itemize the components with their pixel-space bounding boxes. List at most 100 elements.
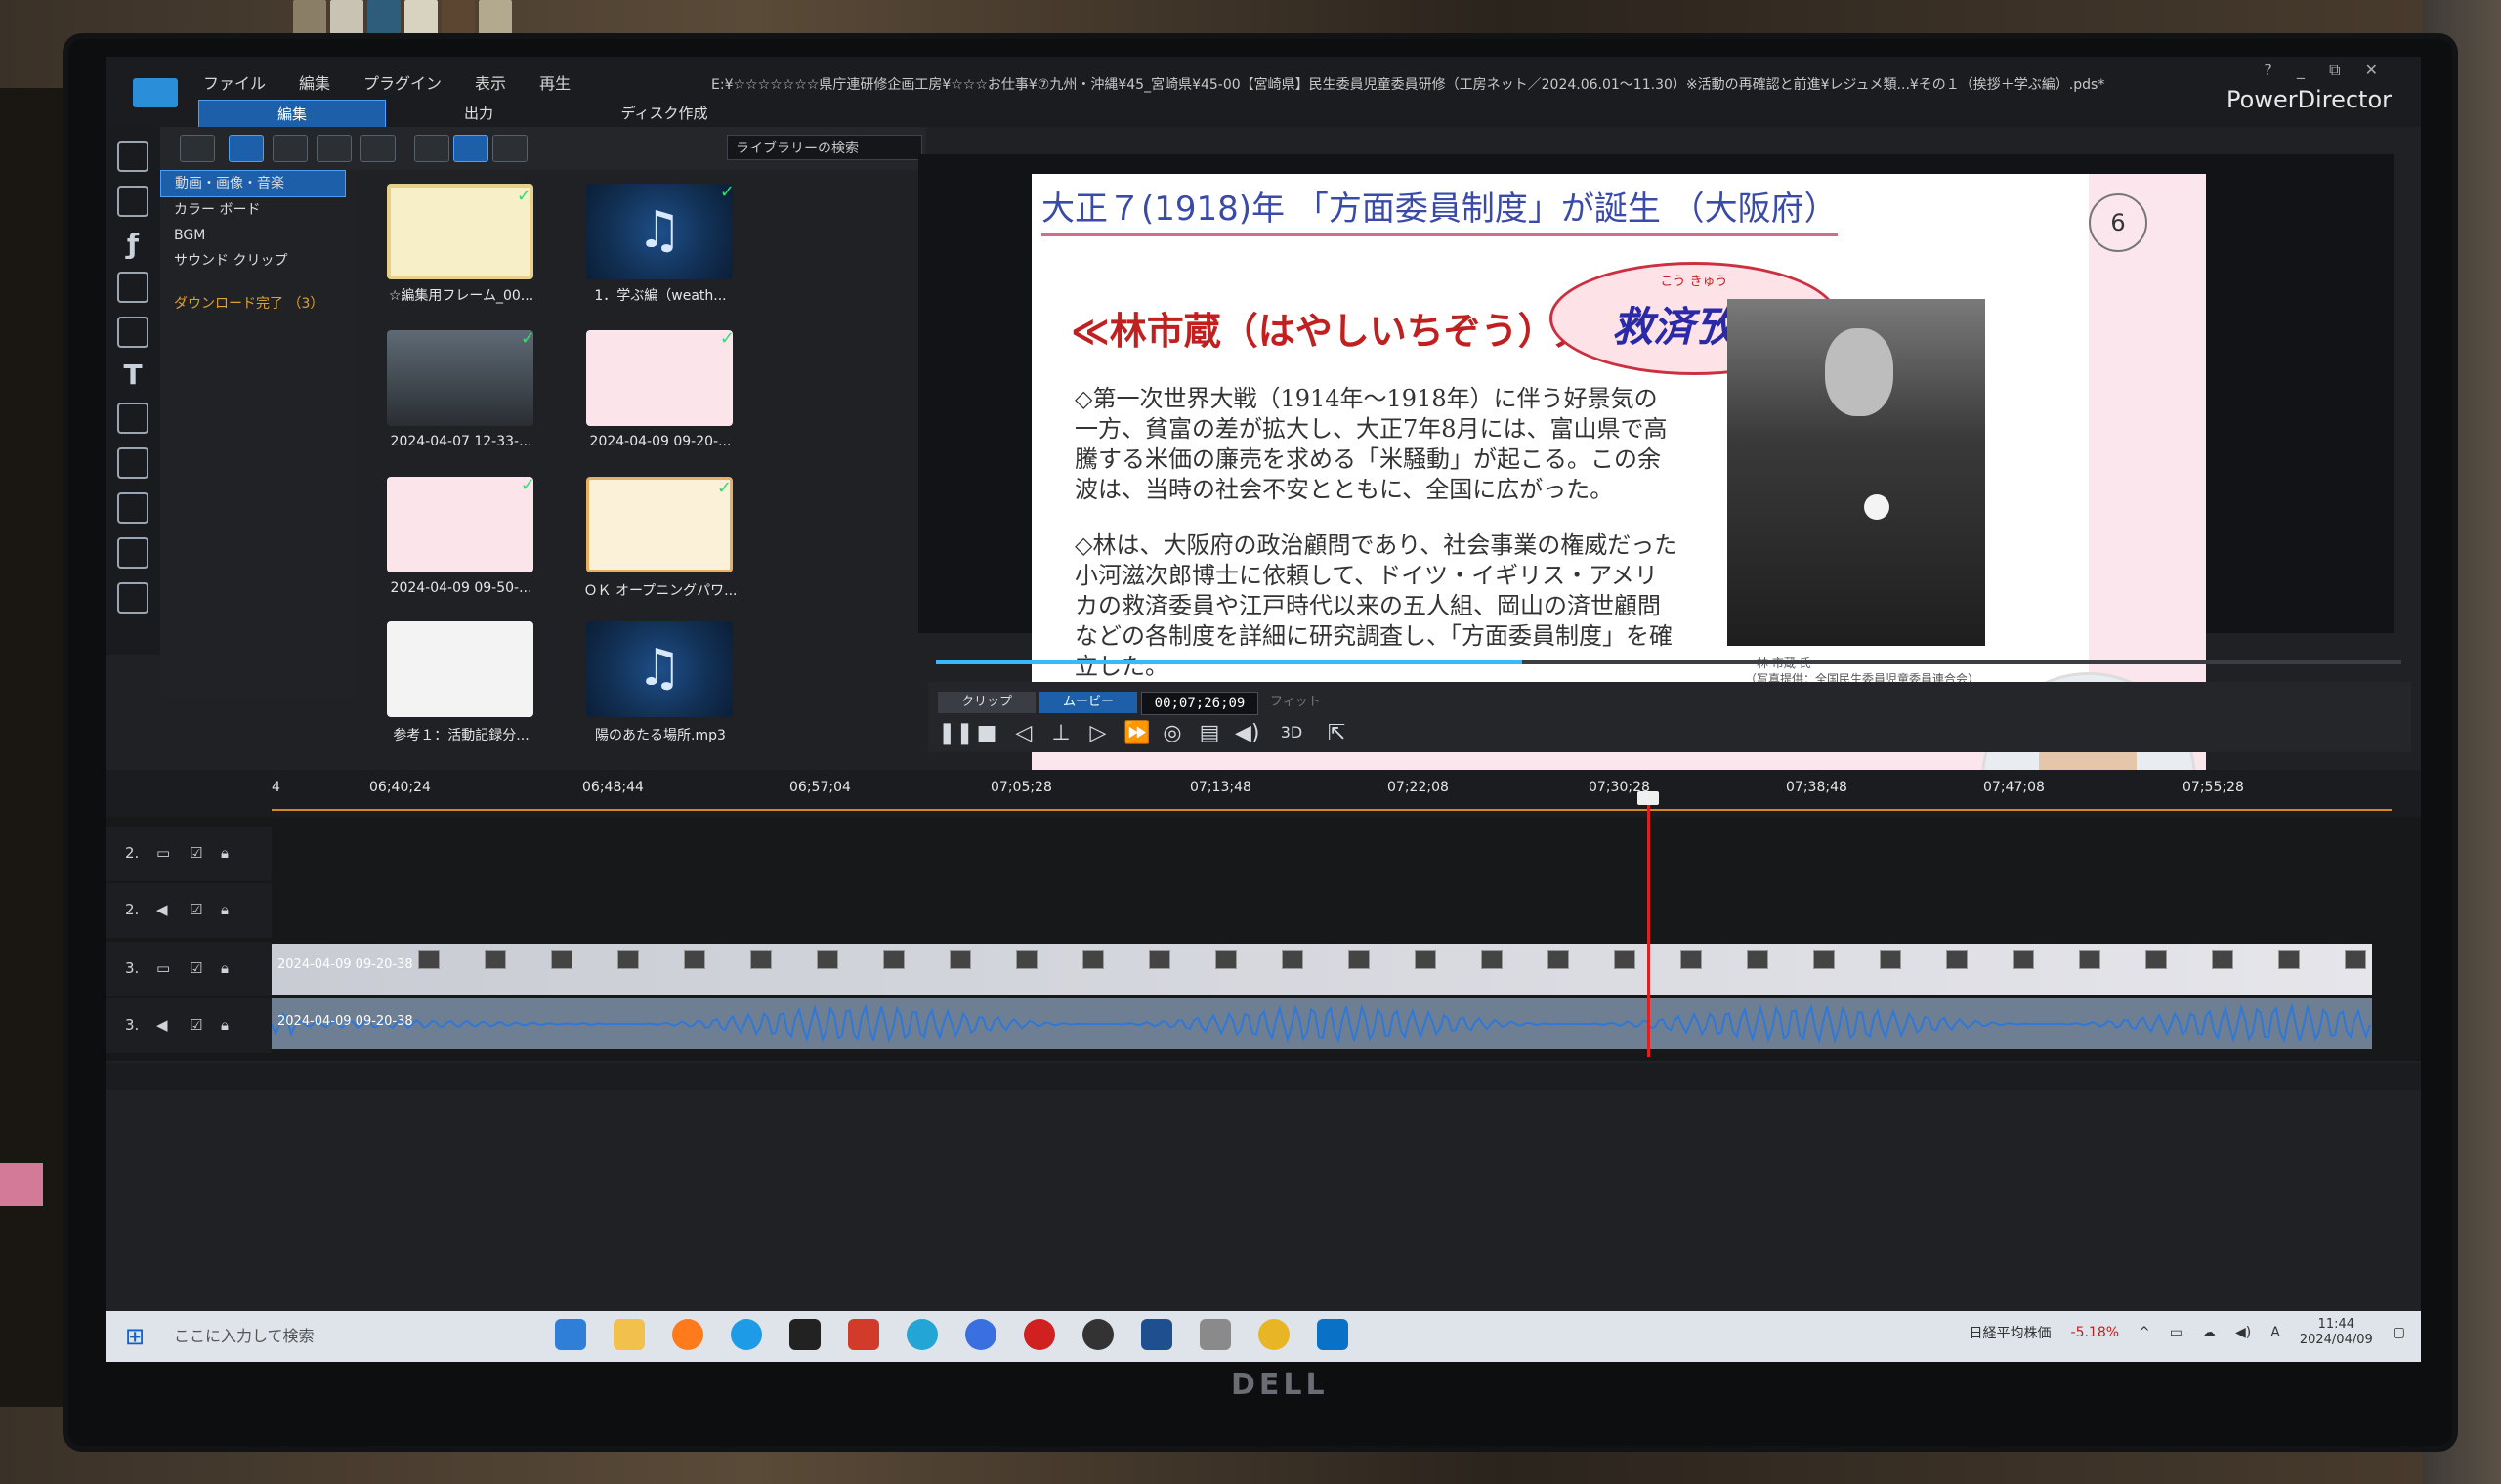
download-complete-label[interactable]: ダウンロード完了 （3） xyxy=(160,293,356,313)
media-room-icon[interactable] xyxy=(117,141,148,172)
chrome-icon[interactable] xyxy=(1258,1319,1290,1350)
taskbar-search-input[interactable]: ここに入力して検索 xyxy=(174,1321,467,1352)
taskbar-clock[interactable]: 11:44 2024/04/09 xyxy=(2300,1317,2373,1348)
import-icon[interactable] xyxy=(180,135,215,162)
skype-icon[interactable] xyxy=(731,1319,762,1350)
fast-forward-icon[interactable]: ⏩ xyxy=(1123,721,1150,745)
undock-icon[interactable]: ⇱ xyxy=(1325,721,1348,745)
outlook-icon[interactable] xyxy=(1317,1319,1348,1350)
camera-icon[interactable] xyxy=(1200,1319,1231,1350)
transition-room-icon[interactable] xyxy=(117,403,148,434)
library-search-input[interactable]: ライブラリーの検索 xyxy=(727,135,922,160)
list-view-icon[interactable] xyxy=(414,135,449,162)
powerdirector-taskbar-icon[interactable] xyxy=(1141,1319,1172,1350)
category-media[interactable]: 動画・画像・音楽 xyxy=(160,170,346,197)
onedrive-icon[interactable]: ☁ xyxy=(2202,1325,2216,1340)
menu-playback[interactable]: 再生 xyxy=(539,70,571,94)
split-icon[interactable]: ⊥ xyxy=(1049,721,1073,745)
menu-plugins[interactable]: プラグイン xyxy=(363,70,442,94)
filter-image-icon[interactable] xyxy=(273,135,308,162)
edge-icon[interactable] xyxy=(907,1319,938,1350)
stop-icon[interactable]: ■ xyxy=(975,721,998,745)
library-item-video[interactable]: ✓ xyxy=(387,330,533,426)
windows-start-icon[interactable]: ⊞ xyxy=(125,1323,152,1350)
audio-mix-icon[interactable] xyxy=(117,447,148,479)
lock-icon[interactable]: 🔒︎ xyxy=(221,1016,229,1034)
menu-view[interactable]: 表示 xyxy=(475,70,506,94)
file-explorer-icon[interactable] xyxy=(614,1319,645,1350)
particle-room-icon[interactable] xyxy=(117,317,148,348)
lock-icon[interactable]: 🔒︎ xyxy=(221,844,229,862)
menu-edit[interactable]: 編集 xyxy=(299,70,330,94)
timeline-playhead[interactable] xyxy=(1647,799,1650,1057)
tray-chevron-icon[interactable]: ^ xyxy=(2139,1325,2150,1340)
video-clip[interactable]: 2024-04-09 09-20-38 xyxy=(272,944,2372,995)
lock-icon[interactable]: 🔒︎ xyxy=(221,901,229,918)
track-enable-checkbox[interactable]: ☑ xyxy=(190,1016,202,1034)
lock-icon[interactable]: 🔒︎ xyxy=(221,959,229,977)
firefox-icon[interactable] xyxy=(672,1319,703,1350)
pip-room-icon[interactable] xyxy=(117,272,148,303)
notification-icon[interactable]: ▢ xyxy=(2393,1325,2405,1340)
track-header-video-2[interactable]: 2. ▭ ☑ 🔒︎ xyxy=(106,827,272,881)
category-sound-clip[interactable]: サウンド クリップ xyxy=(160,248,356,274)
timecode-display[interactable]: 00;07;26;09 xyxy=(1141,692,1258,715)
3d-toggle[interactable]: 3D xyxy=(1272,721,1311,745)
tab-edit[interactable]: 編集 xyxy=(198,100,386,129)
library-item-slide[interactable]: ✓ xyxy=(586,477,733,572)
filter-video-icon[interactable] xyxy=(229,135,264,162)
small-grid-icon[interactable] xyxy=(492,135,528,162)
preview-scrub-bar[interactable] xyxy=(926,643,2411,682)
chapter-room-icon[interactable] xyxy=(117,537,148,569)
category-color-board[interactable]: カラー ボード xyxy=(160,197,356,223)
movie-mode-tab[interactable]: ムービー xyxy=(1039,692,1137,713)
category-bgm[interactable]: BGM xyxy=(160,223,356,248)
stock-widget-label[interactable]: 日経平均株価 xyxy=(1970,1323,2052,1342)
pause-icon[interactable]: ❚❚ xyxy=(938,721,974,745)
tab-produce[interactable]: 出力 xyxy=(386,100,572,127)
prev-frame-icon[interactable]: ◁ xyxy=(1012,721,1036,745)
app-icon[interactable] xyxy=(789,1319,821,1350)
library-item-slide[interactable]: ✓ xyxy=(387,477,533,572)
track-header-audio-2[interactable]: 2. ◀ ☑ 🔒︎ xyxy=(106,883,272,938)
timeline-ruler[interactable]: 4 06;40;24 06;48;44 06;57;04 07;05;28 07… xyxy=(272,780,2392,815)
track-enable-checkbox[interactable]: ☑ xyxy=(190,959,202,977)
library-item-slide[interactable]: ✓ xyxy=(586,330,733,426)
playhead-handle[interactable] xyxy=(1637,791,1659,805)
volume-icon[interactable]: ◀) xyxy=(1235,721,1260,745)
snapshot-camera-icon[interactable]: ◎ xyxy=(1161,721,1184,745)
library-item-music[interactable]: ♫ xyxy=(586,621,733,717)
tab-disc[interactable]: ディスク作成 xyxy=(572,100,757,127)
audio-clip[interactable]: 2024-04-09 09-20-38 xyxy=(272,998,2372,1049)
library-item-frame[interactable]: ✓ xyxy=(387,184,533,279)
filter-music-icon[interactable] xyxy=(360,135,396,162)
track-enable-checkbox[interactable]: ☑ xyxy=(190,844,202,862)
network-icon[interactable]: ▭ xyxy=(2170,1325,2183,1340)
template-room-icon[interactable] xyxy=(117,186,148,217)
task-view-icon[interactable] xyxy=(555,1319,586,1350)
window-controls[interactable]: ? _ ⧉ ✕ xyxy=(2264,61,2388,80)
clip-mode-tab[interactable]: クリップ xyxy=(938,692,1036,713)
library-item-music[interactable]: ♫ ✓ xyxy=(586,184,733,279)
speaker-icon[interactable]: ◀) xyxy=(2235,1325,2251,1340)
filter-photo-icon[interactable] xyxy=(317,135,352,162)
record-icon[interactable] xyxy=(1024,1319,1055,1350)
fit-dropdown[interactable]: フィット xyxy=(1262,692,1350,713)
voiceover-mic-icon[interactable] xyxy=(117,492,148,524)
ime-indicator[interactable]: A xyxy=(2270,1325,2280,1340)
obs-icon[interactable] xyxy=(1082,1319,1114,1350)
track-header-audio-3[interactable]: 3. ◀ ☑ 🔒︎ xyxy=(106,998,272,1053)
subtitle-icon[interactable]: ▤ xyxy=(1198,721,1221,745)
title-room-icon[interactable]: T xyxy=(119,361,147,389)
media-player-icon[interactable] xyxy=(848,1319,879,1350)
next-frame-icon[interactable]: ▷ xyxy=(1086,721,1110,745)
menu-file[interactable]: ファイル xyxy=(203,70,266,94)
fx-room-icon[interactable]: ƒ xyxy=(119,231,147,258)
zoom-icon[interactable] xyxy=(965,1319,996,1350)
track-enable-checkbox[interactable]: ☑ xyxy=(190,901,202,918)
grid-view-icon[interactable] xyxy=(453,135,488,162)
library-item-document[interactable] xyxy=(387,621,533,717)
timeline-zoom-bar[interactable] xyxy=(106,1063,2421,1090)
subtitle-room-icon[interactable] xyxy=(117,582,148,614)
track-header-video-3[interactable]: 3. ▭ ☑ 🔒︎ xyxy=(106,942,272,996)
